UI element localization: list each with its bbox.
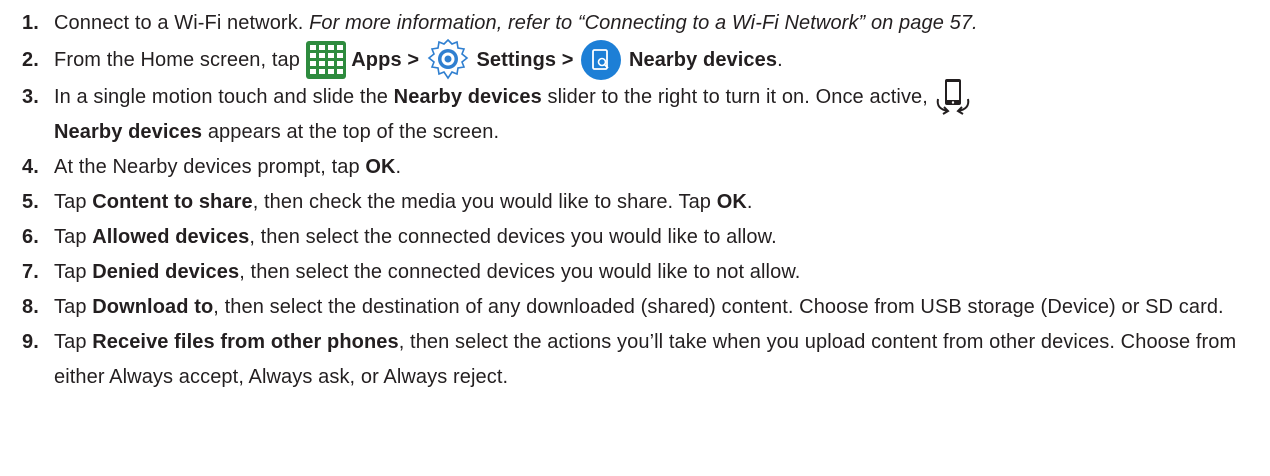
step-text: Tap xyxy=(54,296,93,318)
step-text: Connect to a Wi-Fi network. xyxy=(54,12,310,34)
step-number: 3. xyxy=(22,86,39,108)
step-bold: Receive files from other phones xyxy=(92,331,399,353)
settings-label: Settings > xyxy=(476,49,574,71)
step-bold: Download to xyxy=(92,296,214,318)
step-4: 4. At the Nearby devices prompt, tap OK. xyxy=(22,150,1262,185)
apps-grid-icon xyxy=(305,40,346,79)
apps-label: Apps > xyxy=(351,49,420,71)
step-bold: OK xyxy=(365,156,396,178)
step-text: Tap xyxy=(54,191,93,213)
step-bold: OK xyxy=(716,191,747,213)
step-number: 8. xyxy=(22,296,39,318)
step-text: . xyxy=(746,191,753,213)
step-bold: Nearby devices xyxy=(54,121,203,143)
step-text: Tap xyxy=(54,261,93,283)
step-bold: Denied devices xyxy=(92,261,240,283)
step-text: , then select the connected devices you … xyxy=(249,226,777,248)
step-end: . xyxy=(777,49,783,71)
step-text: , then select the destination of any dow… xyxy=(213,296,1224,318)
step-6: 6. Tap Allowed devices, then select the … xyxy=(22,220,1262,255)
step-text: Tap xyxy=(54,226,93,248)
step-bold: Content to share xyxy=(92,191,253,213)
nearby-devices-status-icon xyxy=(934,77,972,117)
step-2: 2. From the Home screen, tap Apps > Sett… xyxy=(22,38,1262,80)
step-bold: Allowed devices xyxy=(92,226,250,248)
step-number: 4. xyxy=(22,156,39,178)
step-text: From the Home screen, tap xyxy=(54,49,306,71)
step-8: 8. Tap Download to, then select the dest… xyxy=(22,290,1262,325)
step-1: 1. Connect to a Wi-Fi network. For more … xyxy=(22,6,1262,41)
document-page: 1. Connect to a Wi-Fi network. For more … xyxy=(0,0,1270,476)
step-9: 9. Tap Receive files from other phones, … xyxy=(22,325,1262,395)
steps-list: 1. Connect to a Wi-Fi network. For more … xyxy=(22,0,1262,395)
step-number: 6. xyxy=(22,226,39,248)
nearby-devices-icon xyxy=(579,39,623,81)
step-3: 3. In a single motion touch and slide th… xyxy=(22,77,1262,150)
step-7: 7. Tap Denied devices, then select the c… xyxy=(22,255,1262,290)
step-text: , then select the connected devices you … xyxy=(239,261,801,283)
step-text: Tap xyxy=(54,331,93,353)
step-number: 7. xyxy=(22,261,39,283)
step-bold: Nearby devices xyxy=(393,86,542,108)
step-text: appears at the top of the screen. xyxy=(202,121,500,143)
step-text: . xyxy=(395,156,402,178)
step-text: slider to the right to turn it on. Once … xyxy=(541,86,928,108)
step-number: 2. xyxy=(22,49,39,71)
step-text: At the Nearby devices prompt, tap xyxy=(54,156,366,178)
step-text: , then check the media you would like to… xyxy=(252,191,717,213)
step-number: 5. xyxy=(22,191,39,213)
step-text: In a single motion touch and slide the xyxy=(54,86,394,108)
settings-gear-icon xyxy=(425,38,471,82)
nearby-devices-label: Nearby devices xyxy=(628,49,778,71)
step-number: 1. xyxy=(22,12,39,34)
step-note: For more information, refer to “Connecti… xyxy=(309,12,978,34)
step-number: 9. xyxy=(22,331,39,353)
step-5: 5. Tap Content to share, then check the … xyxy=(22,185,1262,220)
